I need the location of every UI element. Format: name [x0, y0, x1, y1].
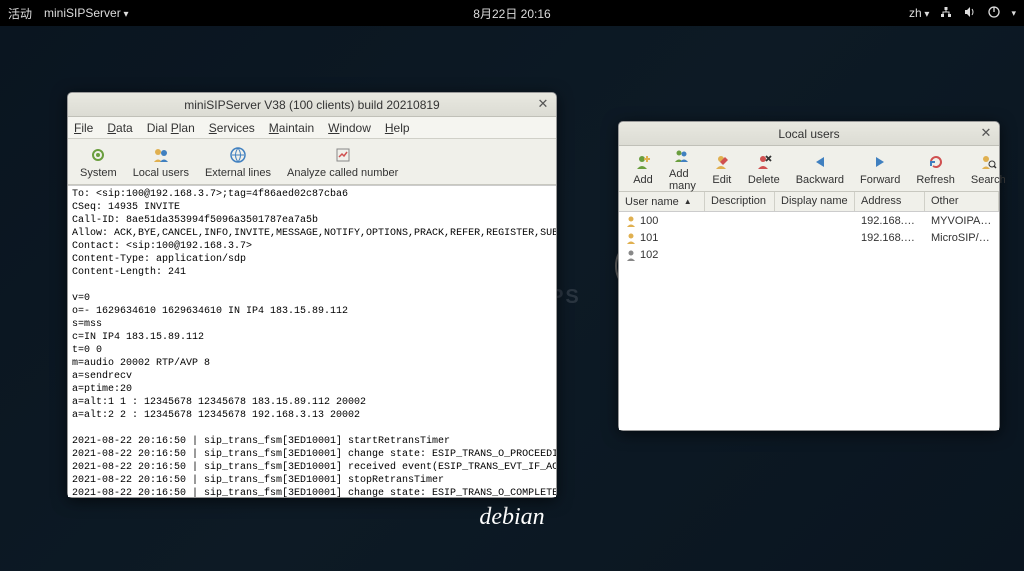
- log-output[interactable]: To: <sip:100@192.168.3.7>;tag=4f86aed02c…: [68, 185, 556, 497]
- cell-user: 100: [640, 215, 658, 227]
- users-list-header: User name▲ Description Display name Addr…: [619, 192, 999, 212]
- menu-file[interactable]: File: [74, 121, 93, 135]
- menu-window[interactable]: Window: [328, 121, 371, 135]
- users-window: Local users ✕ Add Add many Edit: [618, 121, 1000, 431]
- menu-bar: File Data Dial Plan Services Maintain Wi…: [68, 117, 556, 139]
- cell-disp: [775, 237, 855, 239]
- lines-icon: [228, 145, 248, 165]
- backward-button[interactable]: Backward: [788, 150, 852, 188]
- clock[interactable]: 8月22日 20:16: [473, 5, 550, 22]
- cell-other: [925, 254, 999, 256]
- cell-other: MicroSIP/3.20.5: [925, 231, 999, 245]
- edit-icon: [712, 152, 732, 172]
- cell-desc: [705, 220, 775, 222]
- table-row[interactable]: 102: [619, 246, 999, 263]
- analyze-button[interactable]: Analyze called number: [279, 143, 406, 181]
- top-bar: 活动 miniSIPServer 8月22日 20:16 zh ▾: [0, 0, 1024, 26]
- menu-data[interactable]: Data: [107, 121, 132, 135]
- sort-asc-icon: ▲: [684, 197, 692, 206]
- analyze-icon: [333, 145, 353, 165]
- refresh-icon: [926, 152, 946, 172]
- arrow-left-icon: [810, 152, 830, 172]
- col-displayname[interactable]: Display name: [775, 192, 855, 211]
- main-titlebar[interactable]: miniSIPServer V38 (100 clients) build 20…: [68, 93, 556, 117]
- chevron-down-icon[interactable]: ▾: [1011, 8, 1016, 19]
- lang-indicator[interactable]: zh: [909, 6, 930, 20]
- arrow-right-icon: [870, 152, 890, 172]
- cell-addr: [855, 254, 925, 256]
- edit-button[interactable]: Edit: [704, 144, 740, 194]
- add-icon: [633, 152, 653, 172]
- add-button[interactable]: Add: [625, 144, 661, 194]
- add-many-icon: [672, 146, 692, 166]
- users-list[interactable]: 100 192.168.3.1...MYVOIPAPP SIP Phone (Fe…: [619, 212, 999, 430]
- users-icon: [151, 145, 171, 165]
- col-username[interactable]: User name▲: [619, 192, 705, 211]
- network-icon[interactable]: [939, 5, 953, 22]
- gear-icon: [88, 145, 108, 165]
- close-icon[interactable]: ✕: [536, 97, 550, 111]
- refresh-button[interactable]: Refresh: [908, 150, 963, 188]
- cell-disp: [775, 220, 855, 222]
- main-window: miniSIPServer V38 (100 clients) build 20…: [67, 92, 557, 498]
- cell-other: MYVOIPAPP SIP Phone (Feb ...: [925, 214, 999, 228]
- add-many-button[interactable]: Add many: [661, 144, 704, 194]
- volume-icon[interactable]: [963, 5, 977, 22]
- main-toolbar: System Local users External lines Analyz…: [68, 139, 556, 185]
- users-toolbar: Add Add many Edit Delete Backw: [619, 146, 999, 192]
- delete-button[interactable]: Delete: [740, 144, 788, 194]
- desktop: MYVOIPAPPS debian miniSIPServer V38 (100…: [0, 26, 1024, 571]
- system-button[interactable]: System: [72, 143, 125, 181]
- cell-desc: [705, 254, 775, 256]
- user-icon: [625, 232, 637, 244]
- debian-logo: debian: [479, 504, 544, 531]
- cell-addr: 192.168.3.1...: [855, 214, 925, 228]
- activities-button[interactable]: 活动: [8, 5, 32, 22]
- users-title: Local users: [778, 127, 839, 141]
- cell-disp: [775, 254, 855, 256]
- user-icon: [625, 249, 637, 261]
- search-icon: [978, 152, 998, 172]
- users-titlebar[interactable]: Local users ✕: [619, 122, 999, 146]
- col-address[interactable]: Address: [855, 192, 925, 211]
- menu-services[interactable]: Services: [209, 121, 255, 135]
- power-icon[interactable]: [987, 5, 1001, 22]
- table-row[interactable]: 101 192.168.3.1...MicroSIP/3.20.5: [619, 229, 999, 246]
- menu-help[interactable]: Help: [385, 121, 410, 135]
- main-title: miniSIPServer V38 (100 clients) build 20…: [184, 98, 439, 112]
- cell-user: 102: [640, 249, 658, 261]
- cell-desc: [705, 237, 775, 239]
- menu-maintain[interactable]: Maintain: [269, 121, 314, 135]
- menu-dialplan[interactable]: Dial Plan: [147, 121, 195, 135]
- user-icon: [625, 215, 637, 227]
- close-icon[interactable]: ✕: [979, 126, 993, 140]
- cell-user: 101: [640, 232, 658, 244]
- cell-addr: 192.168.3.1...: [855, 231, 925, 245]
- forward-button[interactable]: Forward: [852, 150, 908, 188]
- table-row[interactable]: 100 192.168.3.1...MYVOIPAPP SIP Phone (Fe…: [619, 212, 999, 229]
- local-users-button[interactable]: Local users: [125, 143, 197, 181]
- delete-icon: [754, 152, 774, 172]
- app-menu[interactable]: miniSIPServer: [44, 6, 129, 20]
- search-button[interactable]: Search: [963, 150, 1014, 188]
- col-other[interactable]: Other: [925, 192, 999, 211]
- external-lines-button[interactable]: External lines: [197, 143, 279, 181]
- col-description[interactable]: Description: [705, 192, 775, 211]
